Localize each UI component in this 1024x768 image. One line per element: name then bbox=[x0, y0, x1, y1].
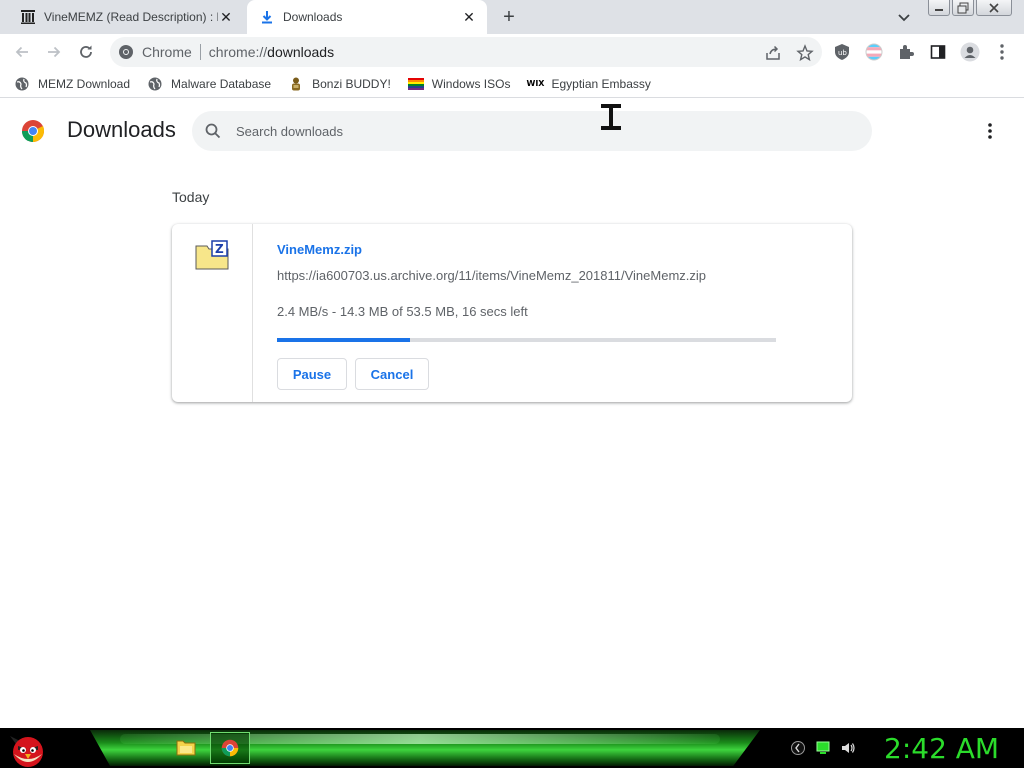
more-actions-icon[interactable] bbox=[980, 121, 1000, 141]
rainbow-flag-icon bbox=[407, 76, 424, 92]
file-source-url[interactable]: https://ia600703.us.archive.org/11/items… bbox=[277, 268, 706, 283]
new-tab-button[interactable]: + bbox=[498, 6, 520, 28]
taskbar-chrome-button[interactable] bbox=[210, 732, 250, 764]
download-status: 2.4 MB/s - 14.3 MB of 53.5 MB, 16 secs l… bbox=[277, 304, 528, 319]
url-scheme: chrome:// bbox=[208, 44, 268, 60]
back-button[interactable] bbox=[11, 41, 33, 63]
zip-file-icon: Z bbox=[195, 240, 229, 270]
network-icon[interactable] bbox=[815, 740, 831, 756]
text-cursor-icon bbox=[598, 103, 624, 131]
window-controls bbox=[926, 0, 1012, 16]
search-downloads-field[interactable]: Search downloads bbox=[192, 111, 872, 151]
download-progress-bar bbox=[277, 338, 776, 342]
share-icon[interactable] bbox=[764, 44, 782, 65]
download-item-card: Z VineMemz.zip https://ia600703.us.archi… bbox=[172, 224, 852, 402]
cancel-button[interactable]: Cancel bbox=[355, 358, 429, 390]
omnibox-divider bbox=[199, 44, 201, 60]
downloads-header: Downloads Search downloads bbox=[0, 99, 1024, 163]
chevron-down-icon[interactable] bbox=[895, 8, 913, 26]
tray-app-icon[interactable] bbox=[790, 740, 806, 756]
bookmark-label: Bonzi BUDDY! bbox=[312, 76, 391, 91]
omnibox-actions bbox=[764, 44, 814, 65]
system-tray bbox=[790, 740, 856, 756]
bookmark-bonzi-buddy[interactable]: Bonzi BUDDY! bbox=[288, 76, 391, 92]
chrome-site-icon bbox=[118, 44, 134, 60]
bookmark-malware-database[interactable]: Malware Database bbox=[147, 76, 271, 92]
extensions-puzzle-icon[interactable] bbox=[896, 42, 916, 62]
globe-icon bbox=[147, 76, 163, 92]
profile-avatar-icon[interactable] bbox=[960, 42, 980, 62]
url-host: downloads bbox=[267, 44, 335, 60]
menu-kebab-icon[interactable] bbox=[992, 42, 1012, 62]
globe-icon bbox=[14, 76, 30, 92]
file-explorer-icon[interactable] bbox=[176, 738, 196, 756]
search-placeholder: Search downloads bbox=[236, 123, 343, 139]
volume-icon[interactable] bbox=[840, 740, 856, 756]
tab-vinememz[interactable]: VineMEMZ (Read Description) : F ✕ bbox=[8, 0, 244, 34]
pause-button[interactable]: Pause bbox=[277, 358, 347, 390]
bookmark-label: MEMZ Download bbox=[38, 76, 131, 91]
bonzi-icon bbox=[288, 76, 304, 92]
tab-downloads[interactable]: Downloads ✕ bbox=[247, 0, 487, 34]
svg-text:ub: ub bbox=[838, 49, 847, 57]
file-icon-column: Z bbox=[172, 224, 253, 402]
archive-org-icon bbox=[20, 9, 36, 25]
star-icon[interactable] bbox=[796, 44, 814, 65]
reload-button[interactable] bbox=[75, 41, 97, 63]
forward-button[interactable] bbox=[43, 41, 65, 63]
close-icon[interactable]: ✕ bbox=[461, 9, 477, 25]
trans-flag-extension-icon[interactable] bbox=[864, 42, 884, 62]
tab-title: Downloads bbox=[283, 10, 343, 24]
start-button[interactable] bbox=[8, 730, 48, 768]
taskbar: 2:42 AM bbox=[0, 728, 1024, 768]
download-icon bbox=[259, 9, 275, 25]
tab-strip: VineMEMZ (Read Description) : F ✕ Downlo… bbox=[0, 0, 1024, 34]
search-icon bbox=[204, 122, 222, 140]
bookmark-label: Egyptian Embassy bbox=[551, 76, 651, 91]
bookmark-label: Windows ISOs bbox=[431, 76, 511, 91]
site-chip-label: Chrome bbox=[142, 44, 192, 60]
page-title: Downloads bbox=[67, 117, 176, 142]
file-name-link[interactable]: VineMemz.zip bbox=[277, 242, 362, 257]
side-panel-icon[interactable] bbox=[928, 42, 948, 62]
address-bar[interactable]: Chrome chrome://downloads bbox=[110, 37, 822, 67]
progress-fill bbox=[277, 338, 411, 342]
wix-icon: WIX bbox=[526, 79, 545, 88]
restore-button[interactable] bbox=[952, 0, 974, 16]
minimize-button[interactable] bbox=[928, 0, 950, 16]
close-window-button[interactable] bbox=[976, 0, 1012, 16]
tab-title: VineMEMZ (Read Description) : F bbox=[44, 10, 218, 24]
bookmarks-bar: MEMZ Download Malware Database Bonzi BUD… bbox=[0, 70, 1024, 98]
chrome-logo-icon bbox=[21, 119, 45, 143]
bookmark-windows-isos[interactable]: Windows ISOs bbox=[407, 76, 511, 92]
close-icon[interactable]: ✕ bbox=[218, 9, 234, 25]
taskbar-clock[interactable]: 2:42 AM bbox=[884, 732, 999, 765]
bookmark-egyptian-embassy[interactable]: WIX Egyptian Embassy bbox=[526, 76, 651, 92]
browser-toolbar: Chrome chrome://downloads ub bbox=[0, 34, 1024, 70]
bookmark-label: Malware Database bbox=[171, 76, 272, 91]
ublock-icon[interactable]: ub bbox=[832, 42, 852, 62]
svg-text:Z: Z bbox=[215, 242, 224, 256]
section-date-label: Today bbox=[172, 189, 210, 205]
bookmark-memz-download[interactable]: MEMZ Download bbox=[14, 76, 130, 92]
